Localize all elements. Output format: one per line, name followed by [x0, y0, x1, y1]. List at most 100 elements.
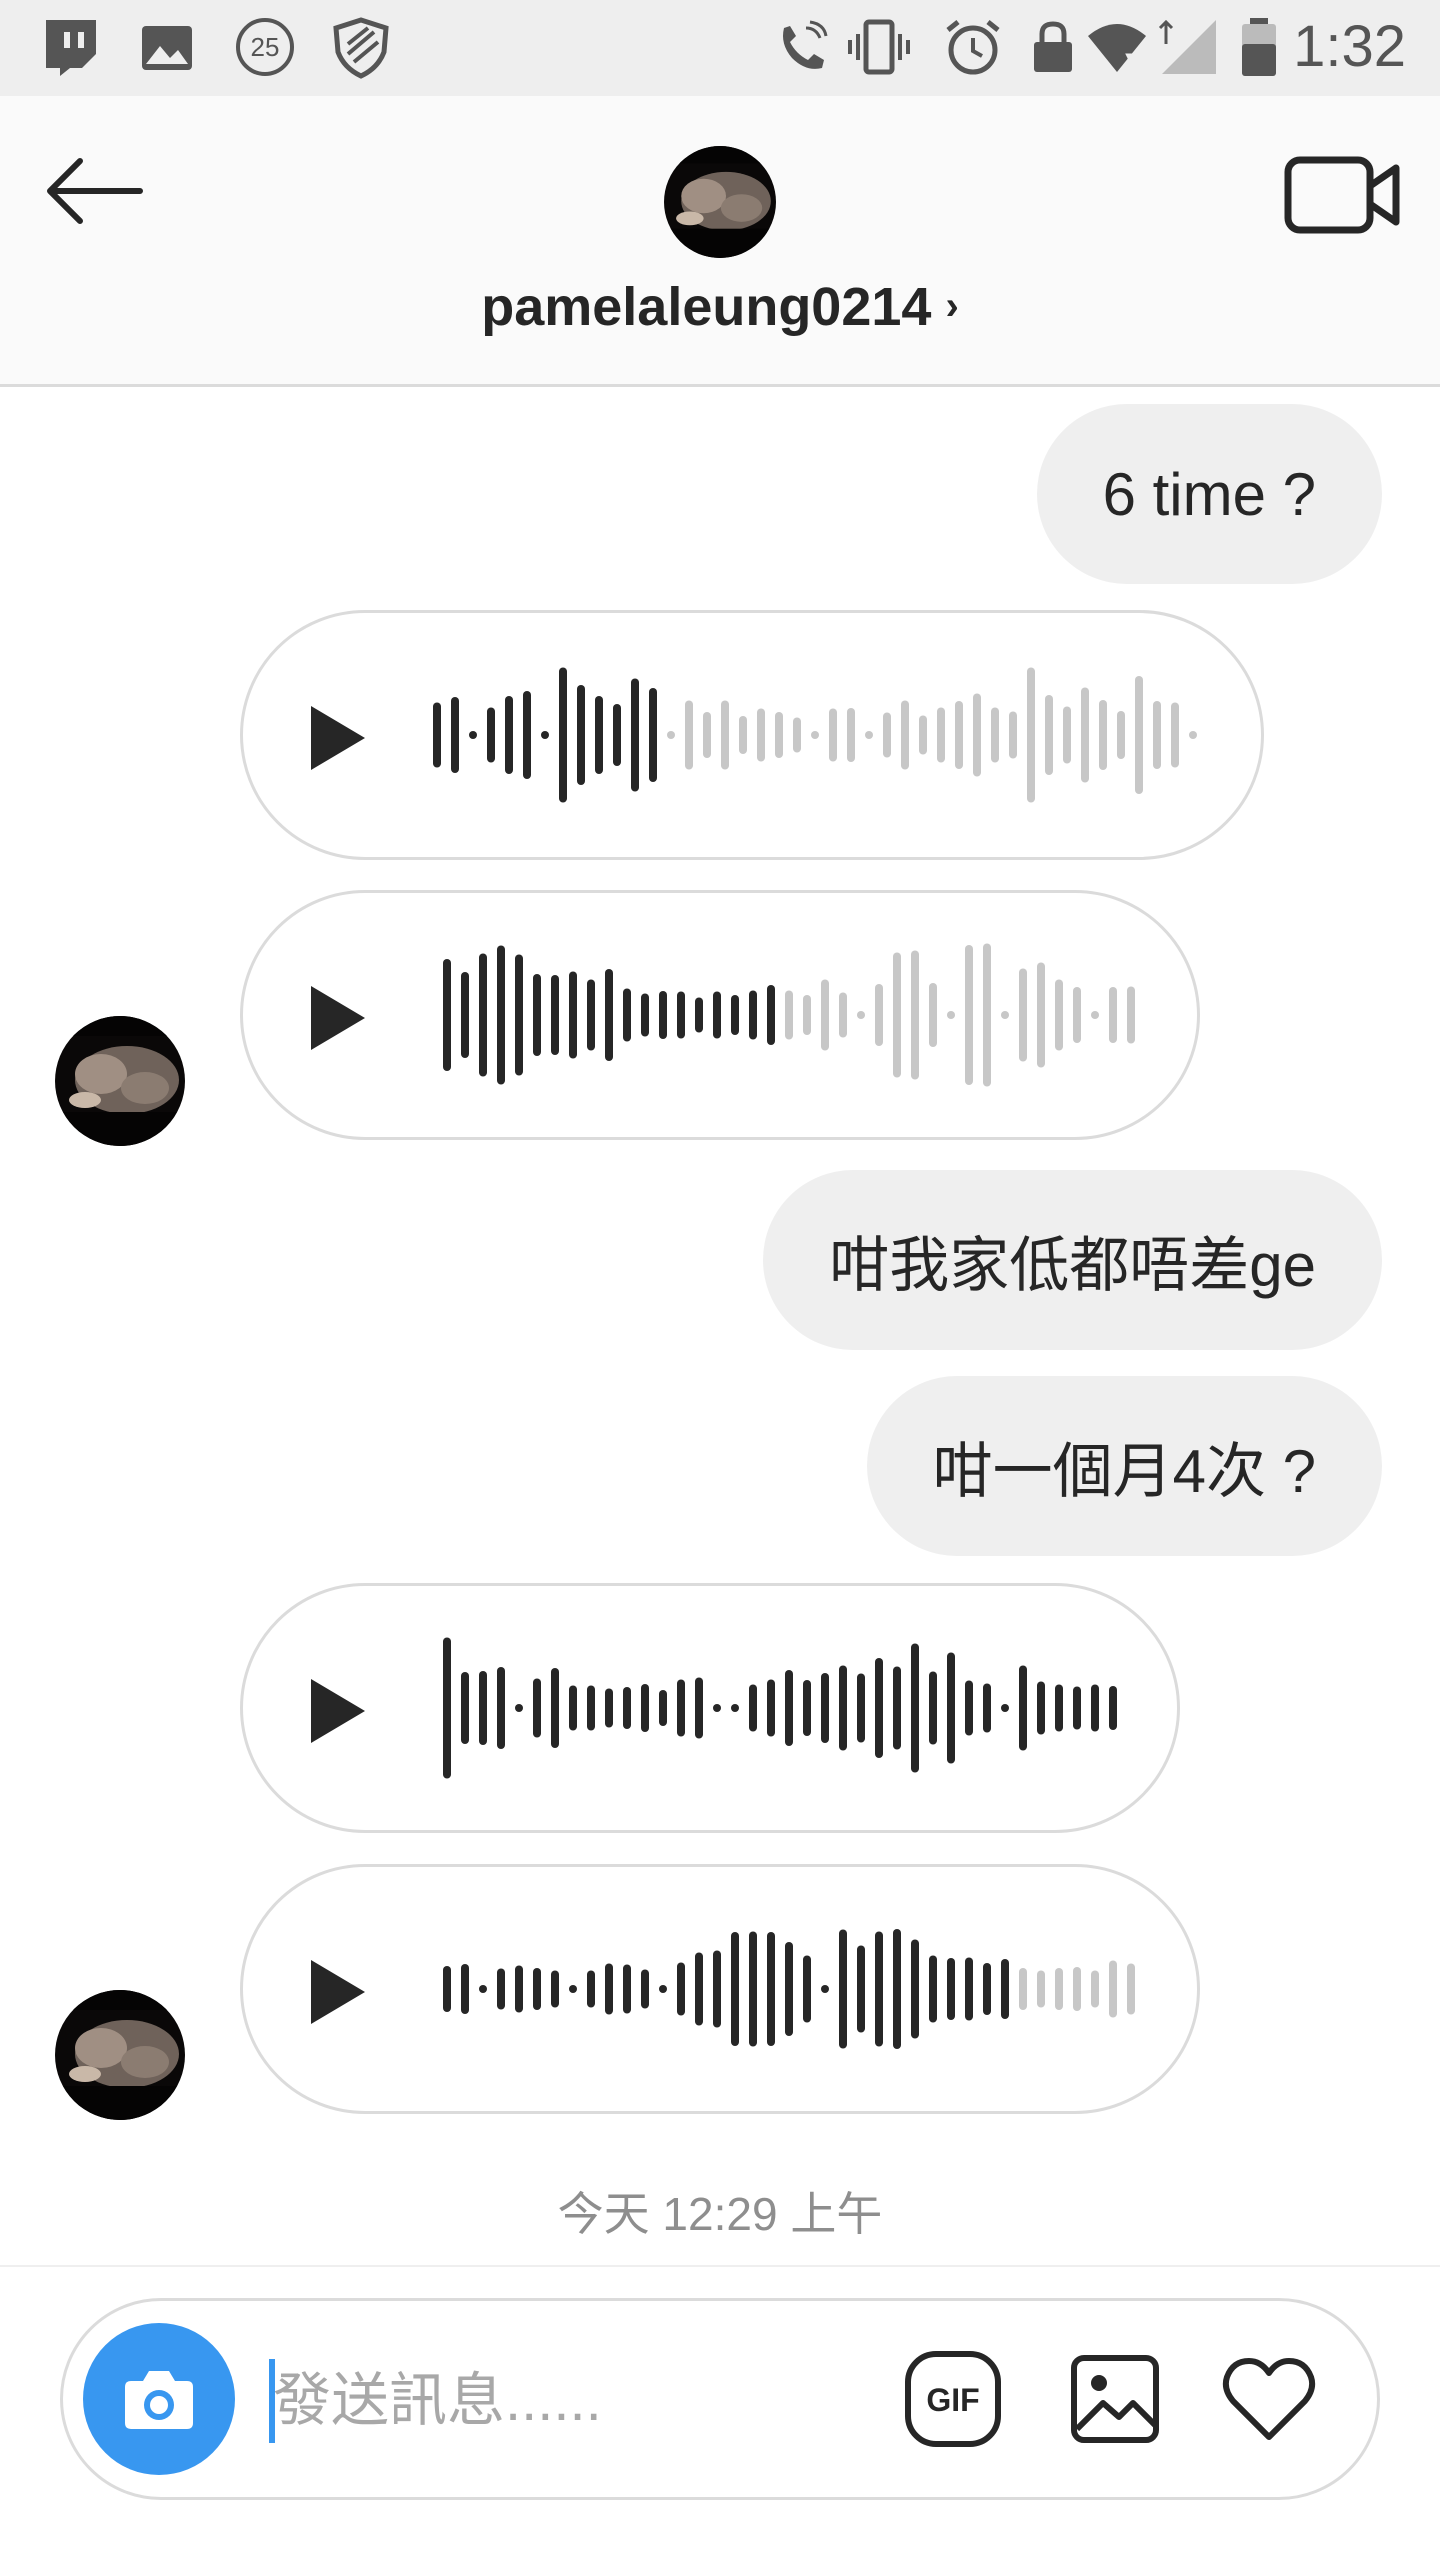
waveform-bar: [605, 969, 613, 1061]
waveform-bar: [911, 950, 919, 1080]
waveform-bar: [461, 1672, 469, 1744]
waveform-bar: [973, 693, 981, 777]
heart-icon[interactable]: [1221, 2355, 1317, 2443]
play-icon[interactable]: [307, 704, 369, 772]
waveform-bar: [551, 1970, 559, 2008]
status-bar: 25 1:32: [0, 0, 1440, 96]
voice-message[interactable]: [240, 610, 1264, 860]
waveform-bar: [479, 1985, 487, 1993]
wifi-call-icon: [783, 20, 828, 69]
play-icon[interactable]: [307, 1677, 369, 1745]
camera-button[interactable]: [83, 2323, 235, 2475]
waveform-bar: [893, 1666, 901, 1750]
waveform-bar: [911, 1939, 919, 2039]
waveform-bar: [641, 1969, 649, 2009]
waveform-bar: [893, 1929, 901, 2049]
waveform-bar: [559, 667, 567, 803]
voice-message[interactable]: [240, 1583, 1180, 1833]
waveform-bar: [443, 1966, 451, 2012]
gif-button[interactable]: GIF: [903, 2349, 1003, 2449]
waveform-bar: [1055, 979, 1063, 1051]
header-username[interactable]: pamelaleung0214 ›: [0, 276, 1440, 338]
shield-icon: [333, 17, 389, 79]
waveform-bar: [569, 1985, 577, 1993]
clock: 1:32: [1293, 14, 1406, 79]
play-icon[interactable]: [307, 984, 369, 1052]
waveform-bar: [1081, 687, 1089, 783]
camera-icon: [125, 2371, 193, 2429]
waveform-bar: [757, 708, 765, 762]
waveform-bar: [749, 990, 757, 1040]
waveform-bar: [577, 685, 585, 785]
waveform-bar: [803, 1680, 811, 1736]
chat-header: pamelaleung0214 ›: [0, 96, 1440, 387]
waveform-bar: [677, 1962, 685, 2016]
voice-message[interactable]: [240, 1864, 1200, 2114]
waveform-bar: [551, 975, 559, 1055]
waveform-bar: [551, 1668, 559, 1748]
waveform-bar: [1073, 1686, 1081, 1730]
waveform-bar: [1073, 1967, 1081, 2011]
voice-waveform: [443, 1929, 1135, 2049]
gif-label: GIF: [926, 2382, 979, 2418]
waveform-bar: [1001, 1011, 1009, 1019]
waveform-bar: [965, 1680, 973, 1736]
waveform-bar: [991, 707, 999, 763]
waveform-bar: [1135, 676, 1143, 794]
waveform-bar: [767, 985, 775, 1045]
waveform-bar: [947, 1652, 955, 1764]
waveform-bar: [1037, 1681, 1045, 1735]
gallery-icon[interactable]: [1069, 2353, 1161, 2445]
waveform-bar: [587, 979, 595, 1051]
waveform-bar: [793, 717, 801, 753]
waveform-bar: [947, 1011, 955, 1019]
waveform-bar: [803, 995, 811, 1035]
waveform-bar: [451, 697, 459, 773]
waveform-bar: [919, 715, 927, 755]
waveform-bar: [749, 1684, 757, 1732]
voice-waveform: [443, 1637, 1117, 1779]
message-bubble-sent[interactable]: 6 time ?: [1036, 404, 1382, 584]
waveform-bar: [713, 991, 721, 1039]
waveform-bar: [587, 1970, 595, 2008]
waveform-bar: [695, 997, 703, 1033]
message-bubble-sent[interactable]: 咁一個月4次 ?: [866, 1376, 1382, 1556]
waveform-bar: [785, 1942, 793, 2036]
waveform-bar: [605, 1688, 613, 1728]
waveform-bar: [487, 707, 495, 763]
vibrate-icon: [848, 19, 910, 75]
waveform-bar: [983, 1963, 991, 2015]
waveform-bar: [1019, 968, 1027, 1062]
waveform-bar: [767, 1679, 775, 1737]
waveform-bar: [523, 691, 531, 779]
video-call-icon[interactable]: [1282, 152, 1402, 238]
waveform-bar: [983, 943, 991, 1087]
waveform-bar: [1009, 711, 1017, 759]
username-label[interactable]: pamelaleung0214: [481, 277, 931, 337]
waveform-bar: [1037, 1970, 1045, 2008]
waveform-bar: [479, 1671, 487, 1745]
waveform-bar: [821, 1985, 829, 1993]
waveform-bar: [937, 707, 945, 763]
gallery-icon: [142, 26, 192, 70]
waveform-bar: [677, 1679, 685, 1737]
message-bubble-sent[interactable]: 咁我家低都唔差ge: [763, 1170, 1382, 1350]
waveform-bar: [649, 688, 657, 782]
play-icon[interactable]: [307, 1958, 369, 2026]
waveform-bar: [767, 1932, 775, 2046]
waveform-bar: [1027, 667, 1035, 803]
header-avatar[interactable]: [664, 146, 776, 258]
waveform-bar: [1099, 700, 1107, 770]
back-arrow-icon[interactable]: [40, 146, 150, 236]
sender-avatar[interactable]: [55, 1990, 185, 2120]
waveform-bar: [883, 712, 891, 758]
voice-message[interactable]: [240, 890, 1200, 1140]
waveform-bar: [515, 1965, 523, 2013]
waveform-bar: [505, 696, 513, 774]
waveform-bar: [1063, 706, 1071, 764]
message-input[interactable]: [271, 2341, 915, 2459]
waveform-bar: [587, 1685, 595, 1731]
sender-avatar[interactable]: [55, 1016, 185, 1146]
waveform-bar: [821, 979, 829, 1051]
waveform-bar: [785, 990, 793, 1040]
